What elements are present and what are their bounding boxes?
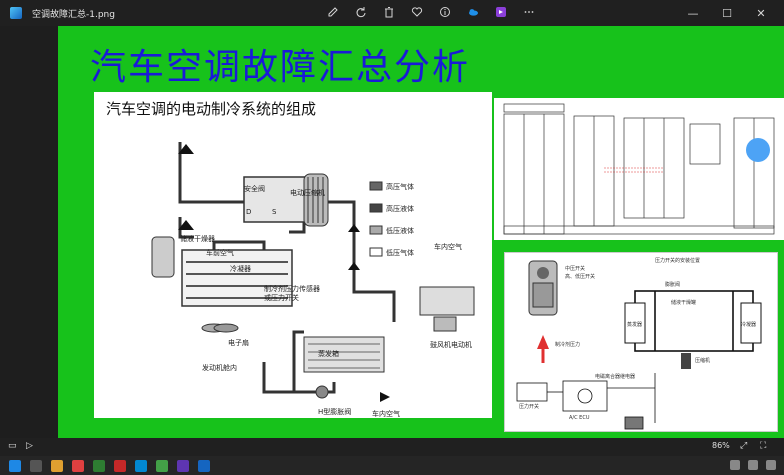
wechat-icon[interactable] (156, 459, 168, 472)
port-s-label: S (272, 208, 277, 216)
port-d-label: D (246, 208, 252, 216)
favorite-icon[interactable] (410, 4, 424, 20)
pressure-switch-label-2: 压力开关 (519, 404, 540, 410)
ac-ecu-label: A/C ECU (569, 415, 590, 421)
rotate-icon[interactable] (354, 4, 368, 20)
high-low-switch-label: 高、低压开关 (565, 274, 596, 280)
edit-icon[interactable] (326, 4, 340, 20)
wiring-diagram (503, 103, 775, 235)
maximize-button[interactable]: ☐ (710, 0, 744, 26)
refrigerant-pressure-label: 制冷剂压力 (555, 342, 581, 348)
network-icon[interactable] (730, 460, 740, 470)
legend-high-gas: 高压气体 (386, 183, 414, 191)
evaporator-label: 蒸发箱 (318, 350, 339, 358)
image-viewer[interactable]: 汽车空调故障汇总分析 汽车空调的电动制冷系统的组成 安全阀 电动压缩机 D S … (0, 26, 784, 438)
file-explorer-icon[interactable] (51, 459, 63, 472)
legend-low-gas: 低压气体 (386, 249, 414, 257)
clipchamp-icon[interactable] (494, 4, 508, 20)
cabin-air-top-label: 车内空气 (434, 243, 462, 251)
delete-icon[interactable] (382, 4, 396, 20)
filmstrip-icon[interactable]: ▭ (8, 441, 18, 451)
status-bar: ▭ ▷ 86% ⤢ ⛶ (0, 438, 784, 456)
refrigeration-diagram-panel: 汽车空调的电动制冷系统的组成 安全阀 电动压缩机 D S 储液干燥器 车前空气 … (94, 92, 492, 418)
minimize-button[interactable]: — (676, 0, 710, 26)
window-title: 空调故障汇总-1.png (32, 9, 115, 20)
expansion-valve-label: H型膨胀阀 (318, 408, 352, 416)
system-tray (730, 460, 776, 470)
legend-low-liquid: 低压液体 (386, 227, 414, 235)
zoom-level[interactable]: 86% (712, 441, 730, 450)
refrigeration-diagram (151, 142, 475, 402)
condenser-label-2: 冷凝器 (741, 322, 757, 328)
wps-icon[interactable] (114, 459, 126, 472)
app-icon-2[interactable] (93, 459, 105, 472)
edge-icon[interactable] (135, 459, 147, 472)
photos-taskbar-icon[interactable] (198, 459, 210, 472)
install-position-label: 压力开关的安装位置 (655, 258, 701, 264)
clutch-relay-label: 电磁离合器继电器 (595, 374, 636, 380)
compressor-label-2: 压缩机 (695, 358, 711, 364)
close-button[interactable]: ✕ (744, 0, 778, 26)
taskbar (0, 456, 784, 475)
notification-icon[interactable] (766, 460, 776, 470)
photo-viewer-window: 空调故障汇总-1.png — ☐ ✕ 汽车空调故障汇总分析 汽车空调的电动制冷系… (0, 0, 784, 475)
compressor-label: 电动压缩机 (290, 189, 325, 197)
receiver-label: 储液干燥罐 (671, 300, 697, 306)
fit-window-icon[interactable]: ⤢ (740, 441, 750, 451)
front-air-label: 车前空气 (206, 249, 234, 257)
search-icon[interactable] (30, 459, 42, 472)
more-icon[interactable] (522, 4, 536, 20)
app-icon-1[interactable] (72, 459, 84, 472)
onedrive-icon[interactable] (466, 4, 480, 20)
evaporator-label-2: 蒸发器 (627, 322, 643, 328)
safety-valve-label: 安全阀 (244, 185, 265, 193)
app-icon-3[interactable] (177, 459, 189, 472)
start-icon[interactable] (9, 459, 21, 472)
slide-title: 汽车空调故障汇总分析 (90, 47, 471, 88)
wiring-diagram-panel (494, 98, 784, 240)
window-controls: — ☐ ✕ (676, 0, 778, 26)
electric-fan-label: 电子扇 (228, 339, 249, 347)
info-icon[interactable] (438, 4, 452, 20)
condenser-label: 冷凝器 (230, 265, 251, 273)
legend-high-liquid: 高压液体 (386, 205, 414, 213)
pressure-switch-diagram (516, 260, 762, 430)
expansion-valve-label-2: 膨胀阀 (665, 282, 681, 288)
pressure-switch-panel: 压力开关的安装位置 中压开关 高、低压开关 制冷剂压力 膨胀阀 储液干燥罐 蒸发… (504, 252, 778, 432)
volume-icon[interactable] (748, 460, 758, 470)
pressure-switch-label: 或压力开关 (264, 294, 299, 302)
engine-bay-label: 发动机舱内 (202, 364, 237, 372)
cabin-air-bottom-label: 车内空气 (372, 410, 400, 418)
fullscreen-icon[interactable]: ⛶ (760, 441, 770, 451)
slide-image: 汽车空调故障汇总分析 汽车空调的电动制冷系统的组成 安全阀 电动压缩机 D S … (58, 26, 784, 438)
photos-app-icon (10, 7, 22, 19)
slideshow-icon[interactable]: ▷ (26, 441, 36, 451)
receiver-drier-label: 储液干燥器 (180, 235, 215, 243)
blower-motor-label: 鼓风机电动机 (430, 341, 472, 349)
mid-pressure-switch-label: 中压开关 (565, 266, 586, 272)
title-bar: 空调故障汇总-1.png — ☐ ✕ (0, 0, 784, 26)
image-toolbar (326, 4, 536, 20)
